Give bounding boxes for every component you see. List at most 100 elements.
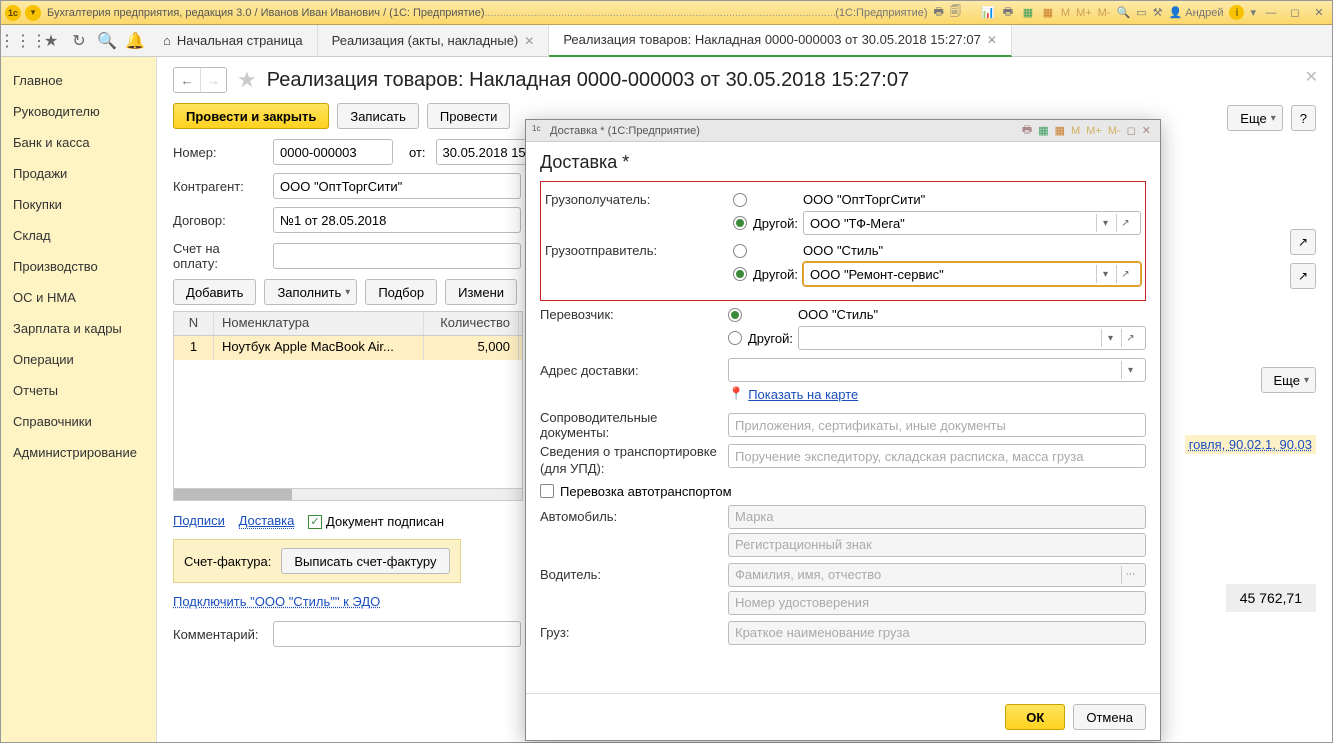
modal-m[interactable]: M bbox=[1071, 125, 1080, 137]
dropdown-icon4[interactable]: ▾ bbox=[1121, 361, 1139, 379]
open-icon3[interactable]: ↗ bbox=[1121, 329, 1139, 347]
sidebar-item-purchases[interactable]: Покупки bbox=[1, 189, 156, 220]
window-list-icon[interactable]: ▭ bbox=[1136, 6, 1146, 19]
sidebar-item-admin[interactable]: Администрирование bbox=[1, 437, 156, 468]
contractor-input[interactable] bbox=[273, 173, 521, 199]
print2-icon[interactable]: 🖶 bbox=[1001, 6, 1015, 20]
sidebar-item-main[interactable]: Главное bbox=[1, 65, 156, 96]
modal-close-icon[interactable]: ✕ bbox=[1142, 124, 1151, 137]
sidebar-item-assets[interactable]: ОС и НМА bbox=[1, 282, 156, 313]
open-ref-icon[interactable]: ↗ bbox=[1290, 229, 1316, 255]
modal-mm[interactable]: M- bbox=[1108, 125, 1121, 137]
docs-input[interactable]: Приложения, сертификаты, иные документы bbox=[728, 413, 1146, 437]
maximize-icon[interactable]: ◻ bbox=[1286, 6, 1304, 19]
sidebar-item-production[interactable]: Производство bbox=[1, 251, 156, 282]
sidebar-item-catalogs[interactable]: Справочники bbox=[1, 406, 156, 437]
star-icon[interactable]: ★ bbox=[237, 67, 257, 93]
vat-link[interactable]: говля, 90.02.1, 90.03 bbox=[1185, 435, 1316, 454]
app-menu-icon[interactable]: ▾ bbox=[25, 5, 41, 21]
carrier-default-radio[interactable] bbox=[728, 308, 798, 322]
calendar2-icon[interactable]: ▦ bbox=[1041, 6, 1055, 20]
nav-forward-icon[interactable]: → bbox=[200, 68, 226, 92]
user-icon[interactable]: 👤 Андрей bbox=[1168, 6, 1223, 19]
post-button[interactable]: Провести bbox=[427, 103, 511, 129]
mem-mplus[interactable]: M+ bbox=[1076, 7, 1092, 19]
mem-mminus[interactable]: M- bbox=[1098, 7, 1111, 19]
nav-back-icon[interactable]: ← bbox=[174, 68, 200, 92]
zoom-icon[interactable]: 🔍 bbox=[1117, 6, 1131, 19]
preview-icon[interactable]: 🗐 bbox=[950, 3, 961, 22]
tab-home[interactable]: ⌂ Начальная страница bbox=[149, 25, 318, 57]
tab-realization-list[interactable]: Реализация (акты, накладные) ✕ bbox=[318, 25, 550, 57]
contract-input[interactable] bbox=[273, 207, 521, 233]
history-icon[interactable]: ↻ bbox=[65, 27, 93, 55]
open-ref2-icon[interactable]: ↗ bbox=[1290, 263, 1316, 289]
sidebar-item-operations[interactable]: Операции bbox=[1, 344, 156, 375]
consignee-other-radio[interactable]: Другой: bbox=[733, 216, 803, 231]
tab3-close-icon[interactable]: ✕ bbox=[987, 33, 997, 47]
modal-cal1-icon[interactable]: ▦ bbox=[1038, 124, 1048, 137]
table-more-button[interactable]: Еще bbox=[1261, 367, 1316, 393]
info-icon[interactable]: i bbox=[1229, 5, 1244, 20]
sidebar-item-manager[interactable]: Руководителю bbox=[1, 96, 156, 127]
delivery-link[interactable]: Доставка bbox=[239, 513, 295, 529]
bell-icon[interactable]: 🔔 bbox=[121, 27, 149, 55]
edo-link[interactable]: Подключить "ООО "Стиль"" к ЭДО bbox=[173, 594, 380, 609]
mem-m[interactable]: M bbox=[1061, 7, 1070, 19]
close-doc-icon[interactable]: ✕ bbox=[1305, 67, 1318, 87]
favorite-icon[interactable]: ★ bbox=[37, 27, 65, 55]
trans-input[interactable]: Поручение экспедитору, складская расписк… bbox=[728, 444, 1146, 468]
modal-max-icon[interactable]: ◻ bbox=[1127, 124, 1136, 137]
auto-checkbox[interactable] bbox=[540, 484, 554, 498]
consignor-other-radio[interactable]: Другой: bbox=[733, 267, 803, 282]
minimize-icon[interactable]: — bbox=[1262, 7, 1280, 19]
cancel-button[interactable]: Отмена bbox=[1073, 704, 1146, 730]
consignee-default-radio[interactable] bbox=[733, 193, 803, 207]
h-scrollbar[interactable] bbox=[174, 488, 522, 500]
open-icon[interactable]: ↗ bbox=[1116, 214, 1134, 232]
comment-input[interactable] bbox=[273, 621, 521, 647]
consignor-other-input[interactable]: ООО "Ремонт-сервис" ▾↗ bbox=[803, 262, 1141, 286]
more-button[interactable]: Еще bbox=[1227, 105, 1282, 131]
ok-button[interactable]: ОК bbox=[1005, 704, 1065, 730]
fill-button[interactable]: Заполнить bbox=[264, 279, 357, 305]
sign-link[interactable]: Подписи bbox=[173, 513, 225, 528]
modal-cal2-icon[interactable]: ▦ bbox=[1055, 124, 1065, 137]
addr-input[interactable]: ▾ bbox=[728, 358, 1146, 382]
signed-checkbox[interactable]: ✓ Документ подписан bbox=[308, 514, 444, 529]
sidebar-item-bank[interactable]: Банк и касса bbox=[1, 127, 156, 158]
tool-icon[interactable]: ⚒ bbox=[1153, 6, 1163, 19]
table-row[interactable]: 1 Ноутбук Apple MacBook Air... 5,000 bbox=[174, 336, 522, 360]
consignor-default-radio[interactable] bbox=[733, 244, 803, 258]
tab2-close-icon[interactable]: ✕ bbox=[524, 34, 534, 48]
open-icon2[interactable]: ↗ bbox=[1116, 265, 1134, 283]
invoice-input[interactable] bbox=[273, 243, 521, 269]
dropdown-icon3[interactable]: ▾ bbox=[1101, 329, 1119, 347]
dropdown-icon2[interactable]: ▾ bbox=[1096, 265, 1114, 283]
map-link[interactable]: Показать на карте bbox=[748, 387, 858, 402]
dropdown-icon[interactable]: ▾ bbox=[1096, 214, 1114, 232]
info-menu-icon[interactable]: ▾ bbox=[1250, 6, 1256, 19]
sidebar-item-sales[interactable]: Продажи bbox=[1, 158, 156, 189]
number-input[interactable] bbox=[273, 139, 393, 165]
print-icon[interactable]: 🖶 bbox=[934, 3, 944, 22]
sidebar-item-hr[interactable]: Зарплата и кадры bbox=[1, 313, 156, 344]
search-icon[interactable]: 🔍 bbox=[93, 27, 121, 55]
calc-icon[interactable]: 📊 bbox=[981, 6, 995, 20]
carrier-other-radio[interactable]: Другой: bbox=[728, 331, 798, 346]
calendar-icon[interactable]: ▦ bbox=[1021, 6, 1035, 20]
post-close-button[interactable]: Провести и закрыть bbox=[173, 103, 329, 129]
save-button[interactable]: Записать bbox=[337, 103, 419, 129]
pick-button[interactable]: Подбор bbox=[365, 279, 437, 305]
consignee-other-input[interactable]: ООО "ТФ-Мега" ▾↗ bbox=[803, 211, 1141, 235]
tab-realization-doc[interactable]: Реализация товаров: Накладная 0000-00000… bbox=[549, 25, 1012, 57]
apps-icon[interactable]: ⋮⋮⋮ bbox=[9, 27, 37, 55]
carrier-other-input[interactable]: ▾↗ bbox=[798, 326, 1146, 350]
change-button[interactable]: Измени bbox=[445, 279, 517, 305]
help-button[interactable]: ? bbox=[1291, 105, 1316, 131]
modal-print-icon[interactable]: 🖶 bbox=[1022, 121, 1032, 140]
sidebar-item-warehouse[interactable]: Склад bbox=[1, 220, 156, 251]
items-grid[interactable]: N Номенклатура Количество 1 Ноутбук Appl… bbox=[173, 311, 523, 501]
sidebar-item-reports[interactable]: Отчеты bbox=[1, 375, 156, 406]
sf-button[interactable]: Выписать счет-фактуру bbox=[281, 548, 449, 574]
